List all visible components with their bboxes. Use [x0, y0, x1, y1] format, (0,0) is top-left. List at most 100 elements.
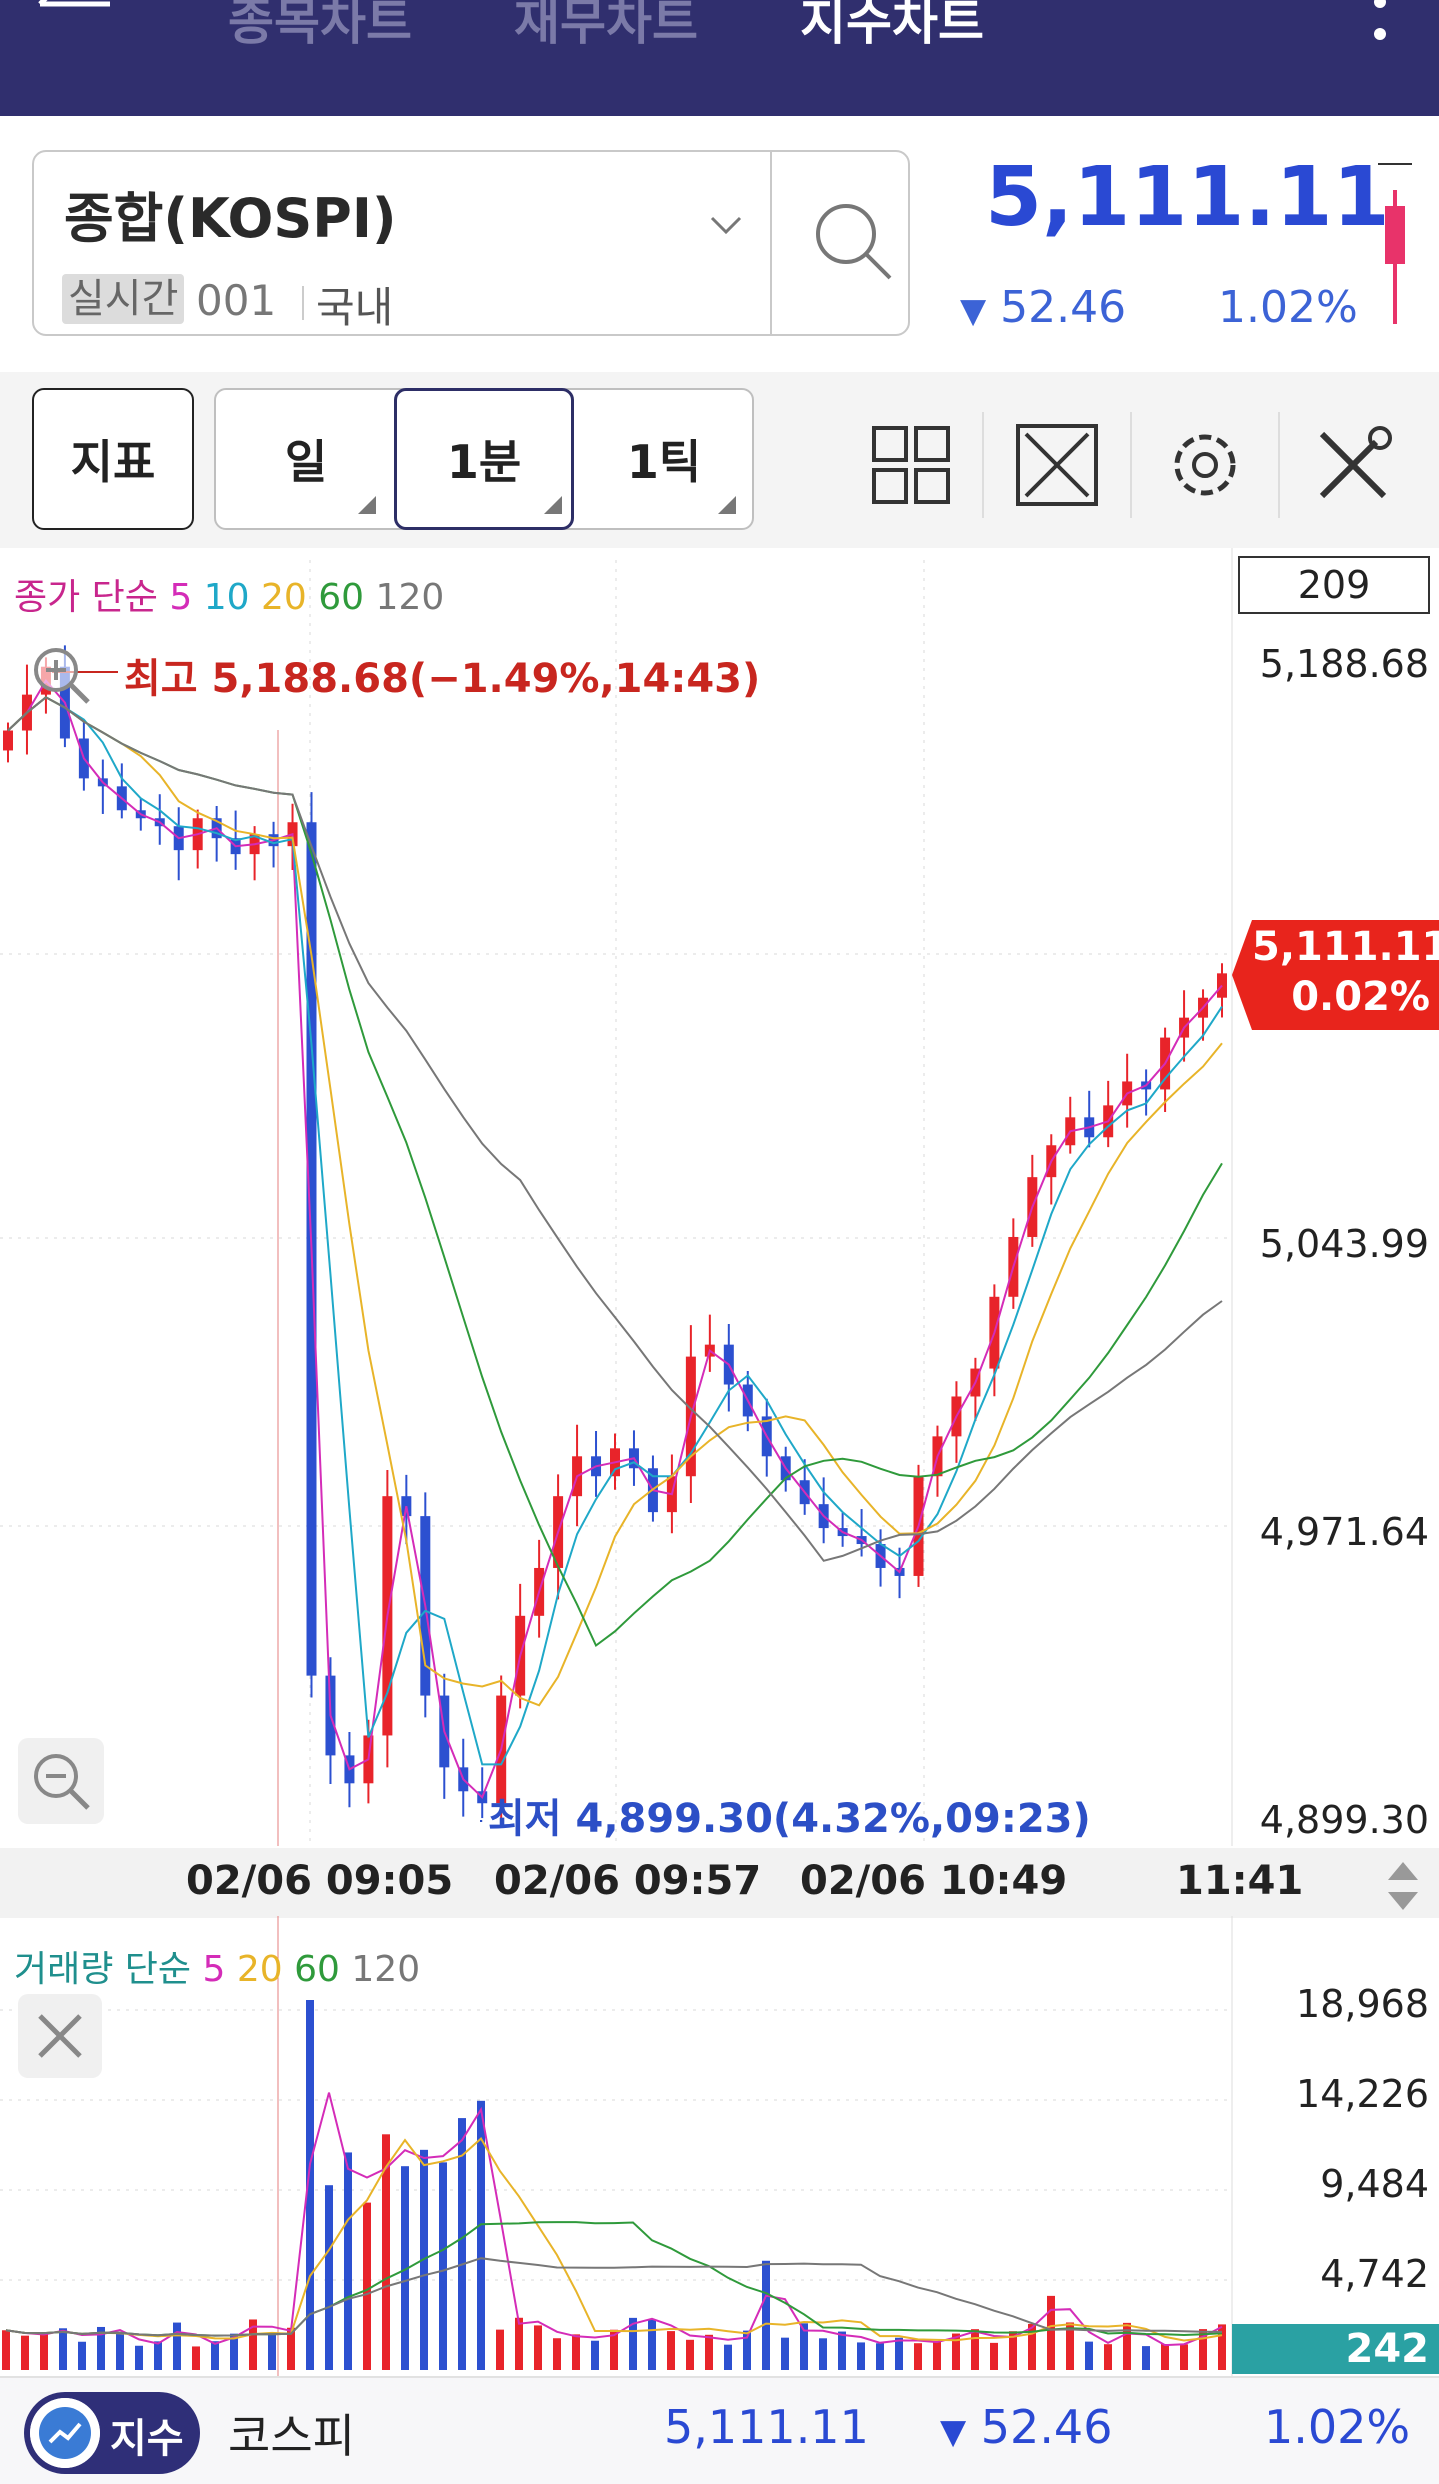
- volume-bar: [173, 2322, 181, 2370]
- volume-bar: [705, 2334, 713, 2370]
- bottom-index-change: ▼ 52.46: [940, 2400, 1112, 2454]
- volume-bar: [1104, 2344, 1112, 2370]
- volume-bar: [496, 2329, 504, 2370]
- chevron-down-icon[interactable]: [706, 210, 746, 240]
- bottom-index-name: 코스피: [228, 2409, 355, 2463]
- zoom-out-icon[interactable]: [18, 1738, 104, 1824]
- current-price-value: 5,111.11: [1252, 924, 1439, 970]
- volume-bar: [895, 2337, 903, 2370]
- volume-bar: [363, 2202, 371, 2370]
- trend-up-icon: [30, 2398, 100, 2468]
- volume-bar: [686, 2339, 694, 2370]
- grid-layout-icon[interactable]: [866, 420, 956, 510]
- ma10-line: [7, 696, 1223, 1766]
- zoom-in-icon[interactable]: [24, 638, 100, 714]
- volume-bar: [876, 2343, 884, 2370]
- volume-bar: [553, 2338, 561, 2370]
- volume-ma-legend: 거래량 단순 5 20 60 120: [14, 1940, 420, 1992]
- scroll-arrows-icon[interactable]: [1378, 1858, 1428, 1914]
- bottom-change-value: 52.46: [980, 2400, 1113, 2454]
- legend-title: 거래량 단순: [14, 1949, 192, 1990]
- current-volume-tag: 242: [1232, 2324, 1439, 2374]
- down-arrow-icon: ▼: [960, 291, 987, 331]
- volume-bar: [1180, 2344, 1188, 2370]
- legend-ma20: 20: [236, 1949, 283, 1990]
- mini-candle-icon: [1378, 163, 1412, 324]
- volume-bar: [1161, 2344, 1169, 2370]
- vol-ma120-line: [5, 2257, 1223, 2337]
- volume-bar: [1047, 2295, 1055, 2370]
- volume-bar: [914, 2343, 922, 2370]
- x-tick-label: 11:41: [1176, 1858, 1304, 1904]
- indicator-button[interactable]: 지표: [32, 388, 194, 530]
- volume-bar: [268, 2333, 276, 2370]
- legend-ma60: 60: [318, 577, 365, 618]
- dropdown-triangle-icon: [544, 496, 562, 514]
- volume-bar: [2, 2330, 10, 2370]
- bottom-index-pct: 1.02%: [1264, 2400, 1411, 2454]
- vol-y-tick-label: 9,484: [1320, 2162, 1429, 2206]
- period-1tick-label: 1틱: [626, 435, 702, 489]
- candle-body: [3, 730, 13, 751]
- expand-icon[interactable]: [1012, 420, 1102, 510]
- more-menu-icon[interactable]: [1370, 0, 1390, 50]
- data-count-box: 209: [1238, 556, 1430, 614]
- divider: [1130, 412, 1132, 518]
- volume-bar: [933, 2341, 941, 2370]
- search-icon[interactable]: [804, 192, 904, 292]
- change-percent: 1.02%: [1218, 282, 1358, 333]
- price-change: ▼ 52.46: [960, 282, 1126, 333]
- realtime-badge: 실시간: [62, 274, 185, 324]
- y-tick-label: 5,043.99: [1259, 1222, 1429, 1266]
- legend-ma5: 5: [202, 1949, 226, 1990]
- top-nav-bar: 종목차트 재무차트 지수차트: [0, 0, 1439, 116]
- tab-financial-chart[interactable]: 재무차트: [514, 0, 698, 54]
- divider: [1278, 412, 1280, 518]
- volume-bar: [154, 2341, 162, 2370]
- vol-y-tick-label: 18,968: [1296, 1982, 1429, 2026]
- period-1min-label: 1분: [446, 435, 522, 489]
- volume-bar: [325, 2185, 333, 2370]
- volume-bar: [990, 2342, 998, 2370]
- gear-icon[interactable]: [1160, 420, 1250, 510]
- back-arrow-icon[interactable]: [30, 0, 120, 40]
- vol-ma20-line: [5, 2137, 1223, 2342]
- volume-bar: [838, 2331, 846, 2370]
- volume-bar: [781, 2337, 789, 2370]
- ma60-line: [7, 696, 1223, 1648]
- down-arrow-icon: ▼: [940, 2412, 967, 2452]
- volume-bar: [344, 2152, 352, 2370]
- volume-bar: [439, 2162, 447, 2370]
- symbol-name: 종합(KOSPI): [64, 187, 397, 250]
- legend-title: 종가 단순: [14, 577, 158, 618]
- tab-index-chart[interactable]: 지수차트: [800, 0, 984, 54]
- legend-ma5: 5: [169, 577, 193, 618]
- volume-bar: [192, 2346, 200, 2370]
- vol-ma60-line: [5, 2221, 1223, 2337]
- volume-bar: [21, 2335, 29, 2370]
- price-chart[interactable]: [0, 548, 1439, 1848]
- index-pill-label: 지수: [110, 2416, 184, 2462]
- volume-bar: [819, 2338, 827, 2370]
- legend-ma60: 60: [294, 1949, 340, 1990]
- symbol-search-box[interactable]: 종합(KOSPI) 실시간 001 국내: [32, 150, 910, 336]
- tab-stock-chart[interactable]: 종목차트: [228, 0, 412, 54]
- volume-bar: [762, 2260, 770, 2370]
- close-icon[interactable]: [18, 1994, 102, 2078]
- y-tick-label: 4,971.64: [1259, 1510, 1429, 1554]
- tools-icon[interactable]: [1308, 420, 1398, 510]
- volume-bar: [78, 2341, 86, 2370]
- vol-y-tick-label: 14,226: [1296, 2072, 1429, 2116]
- legend-ma120: 120: [375, 577, 445, 618]
- period-day-label: 일: [284, 435, 328, 489]
- volume-bar: [971, 2329, 979, 2370]
- vol-y-tick-label: 4,742: [1320, 2252, 1429, 2296]
- volume-bar: [515, 2317, 523, 2370]
- legend-ma120: 120: [351, 1949, 421, 1990]
- price-ma-legend: 종가 단순 5 10 20 60 120: [14, 568, 444, 620]
- divider: [302, 286, 304, 320]
- current-price-pct: 0.02%: [1291, 974, 1430, 1020]
- divider: [982, 412, 984, 518]
- volume-bar: [667, 2331, 675, 2370]
- legend-ma10: 10: [203, 577, 250, 618]
